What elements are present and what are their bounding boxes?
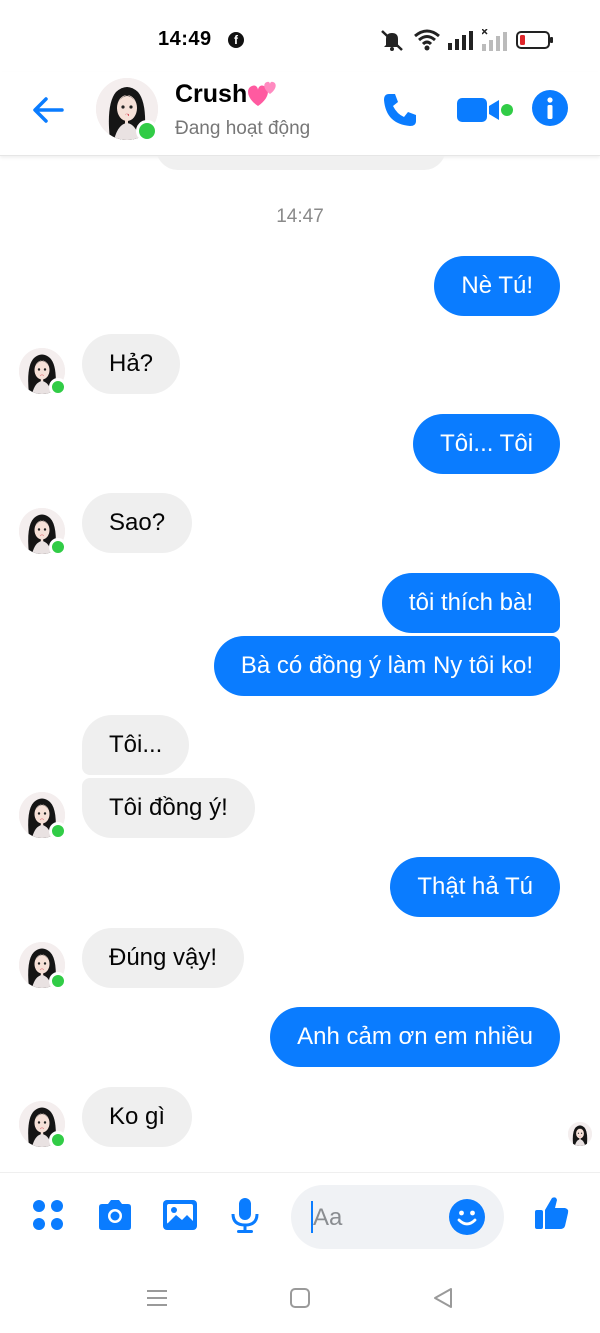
signal-icon: [448, 31, 473, 50]
previous-message-bubble: [156, 156, 446, 170]
incoming-message[interactable]: Tôi đồng ý!: [82, 778, 255, 838]
thumbs-up-icon[interactable]: [532, 1193, 572, 1233]
message-composer: Aa: [0, 1172, 600, 1262]
status-time: 14:49: [158, 28, 212, 50]
seen-avatar: [568, 1122, 592, 1146]
online-indicator: [49, 538, 67, 556]
facebook-icon: f: [228, 32, 244, 48]
contact-name[interactable]: Crush: [175, 80, 247, 109]
back-icon[interactable]: [429, 1284, 457, 1312]
outgoing-message[interactable]: tôi thích bà!: [381, 573, 560, 633]
incoming-message[interactable]: Đúng vậy!: [82, 928, 245, 988]
info-icon[interactable]: [532, 90, 568, 126]
menu-icon[interactable]: [143, 1284, 171, 1312]
chat-header: Crush Đang hoạt động: [0, 72, 600, 156]
emoji-icon[interactable]: [449, 1199, 485, 1235]
incoming-message[interactable]: Hả?: [82, 334, 181, 394]
battery-low-icon: [516, 31, 553, 49]
mute-icon: [381, 30, 403, 51]
microphone-icon[interactable]: [225, 1195, 265, 1235]
pink-hearts-icon: [248, 81, 276, 106]
back-arrow-icon[interactable]: [28, 90, 68, 130]
info-glyph: [547, 97, 553, 119]
apps-icon[interactable]: [28, 1195, 68, 1235]
incoming-message[interactable]: Sao?: [82, 493, 193, 553]
outgoing-message[interactable]: Bà có đồng ý làm Ny tôi ko!: [213, 636, 560, 696]
system-navigation-bar: [0, 1262, 600, 1333]
camera-icon[interactable]: [95, 1195, 135, 1235]
outgoing-message[interactable]: Thật hả Tú: [390, 857, 560, 917]
home-icon[interactable]: [286, 1284, 314, 1312]
outgoing-message[interactable]: Anh cảm ơn em nhiều: [270, 1007, 560, 1067]
online-indicator: [49, 972, 67, 990]
outgoing-message[interactable]: Nè Tú!: [434, 256, 560, 316]
video-camera-icon[interactable]: [455, 92, 517, 128]
message-timestamp: 14:47: [276, 206, 324, 227]
online-indicator: [49, 378, 67, 396]
incoming-message[interactable]: Ko gì: [82, 1087, 193, 1147]
message-input[interactable]: Aa: [291, 1185, 504, 1249]
gallery-icon[interactable]: [160, 1195, 200, 1235]
signal-no-sim-icon: [482, 29, 507, 51]
wifi-icon: [414, 29, 440, 51]
presence-status: Đang hoạt động: [175, 118, 311, 139]
status-bar: 14:49 f: [0, 0, 600, 72]
message-placeholder: Aa: [313, 1204, 343, 1231]
online-indicator: [136, 120, 158, 142]
emoji-face: [457, 1210, 477, 1226]
online-indicator: [49, 822, 67, 840]
online-indicator: [49, 1131, 67, 1149]
status-icons: [378, 28, 554, 52]
incoming-message[interactable]: Tôi...: [82, 715, 190, 775]
message-thread[interactable]: 14:47 Nè Tú! Hả? Tôi... Tôi Sao? tôi thí…: [0, 156, 600, 1172]
phone-icon[interactable]: [380, 90, 420, 130]
outgoing-message[interactable]: Tôi... Tôi: [413, 414, 560, 474]
